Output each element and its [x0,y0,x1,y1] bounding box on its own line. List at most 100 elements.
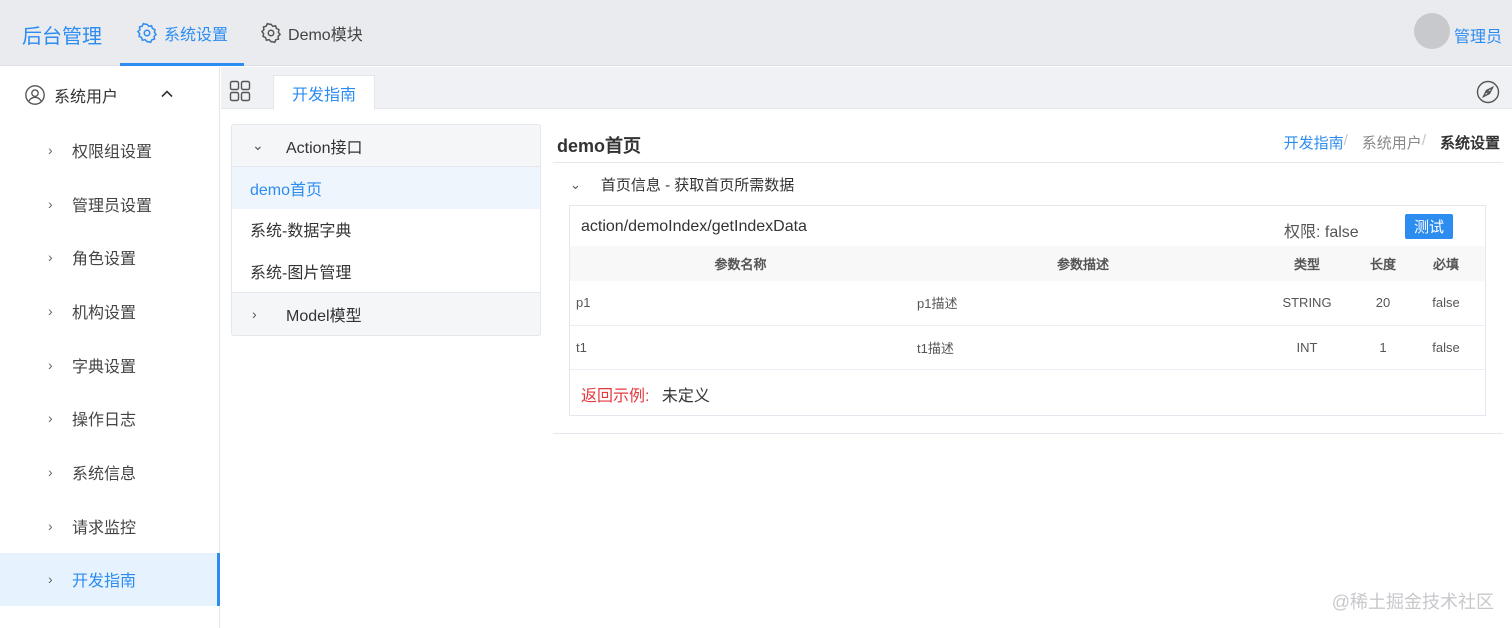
section-title: 首页信息 - 获取首页所需数据 [600,177,795,194]
column-header: 参数描述 [911,246,1255,281]
brand-title[interactable]: 后台管理 [22,20,102,49]
return-example: 返回示例: 未定义 [581,382,710,406]
breadcrumb-current: 系统设置 [1439,135,1500,152]
avatar[interactable] [1413,13,1450,49]
table-cell: 1 [1359,325,1407,370]
topnav-demo-module[interactable]: Demo模块 [244,0,379,66]
table-row: p1 p1描述 STRING 20 false [570,281,1485,326]
column-header: 类型 [1255,246,1359,281]
chevron-right-icon: › [48,141,53,158]
watermark: @稀土掘金技术社区 [1331,592,1494,612]
tree-item-label: 系统-图片管理 [250,264,352,282]
grid-icon[interactable] [229,80,251,102]
tree-group-label: Model模型 [286,307,362,325]
sidebar-item-dict-settings[interactable]: › 字典设置 [0,338,219,392]
table-cell: 20 [1359,281,1407,326]
chevron-right-icon: › [252,305,257,322]
tree-item-image-manage[interactable]: 系统-图片管理 [232,250,540,292]
compass-icon[interactable] [1476,80,1500,104]
sidebar-item-org-settings[interactable]: › 机构设置 [0,284,219,338]
sidebar-item-label: 机构设置 [72,304,137,322]
sidebar-item-label: 字典设置 [72,358,137,376]
permission-text: 权限: false [1284,224,1359,241]
topnav-label: Demo模块 [288,27,363,44]
breadcrumb-separator: / [1343,132,1348,149]
tree-group-model[interactable]: › Model模型 [232,291,540,335]
breadcrumb-item[interactable]: 系统用户 [1362,132,1422,153]
sidebar: 系统用户 › 权限组设置 › 管理员设置 › 角色设置 › 机构设置 › 字典设… [0,67,220,628]
table-cell: INT [1255,325,1359,370]
return-value: 未定义 [661,388,710,405]
sidebar-item-system-info[interactable]: › 系统信息 [0,445,219,499]
sidebar-item-label: 开发指南 [72,573,137,591]
tree-item-label: demo首页 [250,181,323,199]
chevron-right-icon: › [48,571,53,588]
table-cell: t1描述 [911,325,1255,370]
top-header: 后台管理 系统设置 Demo模块 管理员 [0,0,1512,66]
tree-group-action[interactable]: ⌄ Action接口 [232,125,540,167]
column-header: 长度 [1359,246,1407,281]
topnav-label: 系统设置 [164,27,229,44]
breadcrumb-separator: / [1421,132,1426,149]
chevron-right-icon: › [48,463,53,480]
chevron-down-icon: ⌄ [252,137,264,153]
user-menu[interactable]: 管理员 [1413,13,1502,49]
sidebar-group-system-users[interactable]: 系统用户 [0,67,219,123]
table-row: t1 t1描述 INT 1 false [570,325,1485,370]
column-header: 必填 [1407,246,1485,281]
chevron-right-icon: › [48,517,53,534]
sidebar-item-label: 管理员设置 [72,197,153,215]
user-name[interactable]: 管理员 [1454,23,1502,47]
sidebar-item-label: 系统信息 [72,465,137,483]
gear-icon [260,22,282,44]
top-nav: 系统设置 Demo模块 [120,0,379,66]
sidebar-item-label: 操作日志 [72,412,137,430]
tree-group-label: Action接口 [286,139,363,157]
chevron-right-icon: › [48,195,53,212]
tab-dev-guide[interactable]: 开发指南 [273,75,376,110]
sidebar-item-role-settings[interactable]: › 角色设置 [0,230,219,284]
table-cell: false [1407,325,1485,370]
user-icon [25,85,45,105]
return-label: 返回示例: [581,388,650,405]
api-path: action/demoIndex/getIndexData [581,218,807,235]
table-cell: false [1407,281,1485,326]
table-header-row: 参数名称 参数描述 类型 长度 必填 [570,246,1485,281]
table-cell: p1 [570,281,911,326]
chevron-right-icon: › [48,302,53,319]
tree-item-demo-index[interactable]: demo首页 [232,167,540,209]
chevron-right-icon: › [48,410,53,427]
tab-label: 开发指南 [292,87,357,104]
chevron-down-icon: ⌄ [570,176,581,192]
sidebar-item-label: 权限组设置 [72,143,153,161]
page-title: demo首页 [557,136,642,156]
divider [553,433,1503,434]
chevron-up-icon[interactable] [159,86,175,102]
chevron-right-icon: › [48,356,53,373]
test-button[interactable]: 测试 [1405,214,1453,239]
sidebar-item-request-monitor[interactable]: › 请求监控 [0,499,219,553]
breadcrumb-item[interactable]: 开发指南 [1284,132,1344,153]
sidebar-item-admin-settings[interactable]: › 管理员设置 [0,177,219,231]
api-panel: action/demoIndex/getIndexData 权限: false … [569,205,1486,416]
breadcrumb: 开发指南 / 系统用户 / 系统设置 [1284,132,1500,153]
divider [553,162,1503,163]
tab-bar: 开发指南 [221,67,1512,110]
sidebar-group-label: 系统用户 [54,89,119,106]
tree-item-label: 系统-数据字典 [250,223,352,241]
topnav-system-settings[interactable]: 系统设置 [120,0,245,66]
section-toggle[interactable]: ⌄ 首页信息 - 获取首页所需数据 [570,174,794,195]
table-cell: t1 [570,325,911,370]
table-cell: STRING [1255,281,1359,326]
table-cell: p1描述 [911,281,1255,326]
tree-item-data-dict[interactable]: 系统-数据字典 [232,209,540,251]
sidebar-item-dev-guide[interactable]: › 开发指南 [0,552,220,607]
gear-icon [136,22,158,44]
sidebar-item-label: 请求监控 [72,519,137,537]
sidebar-item-operation-log[interactable]: › 操作日志 [0,391,219,445]
chevron-right-icon: › [48,249,53,266]
params-table: 参数名称 参数描述 类型 长度 必填 p1 p1描述 STRING 20 fal… [570,246,1485,370]
sidebar-item-label: 角色设置 [72,251,137,269]
column-header: 参数名称 [570,246,911,281]
sidebar-item-permission-group[interactable]: › 权限组设置 [0,123,219,177]
